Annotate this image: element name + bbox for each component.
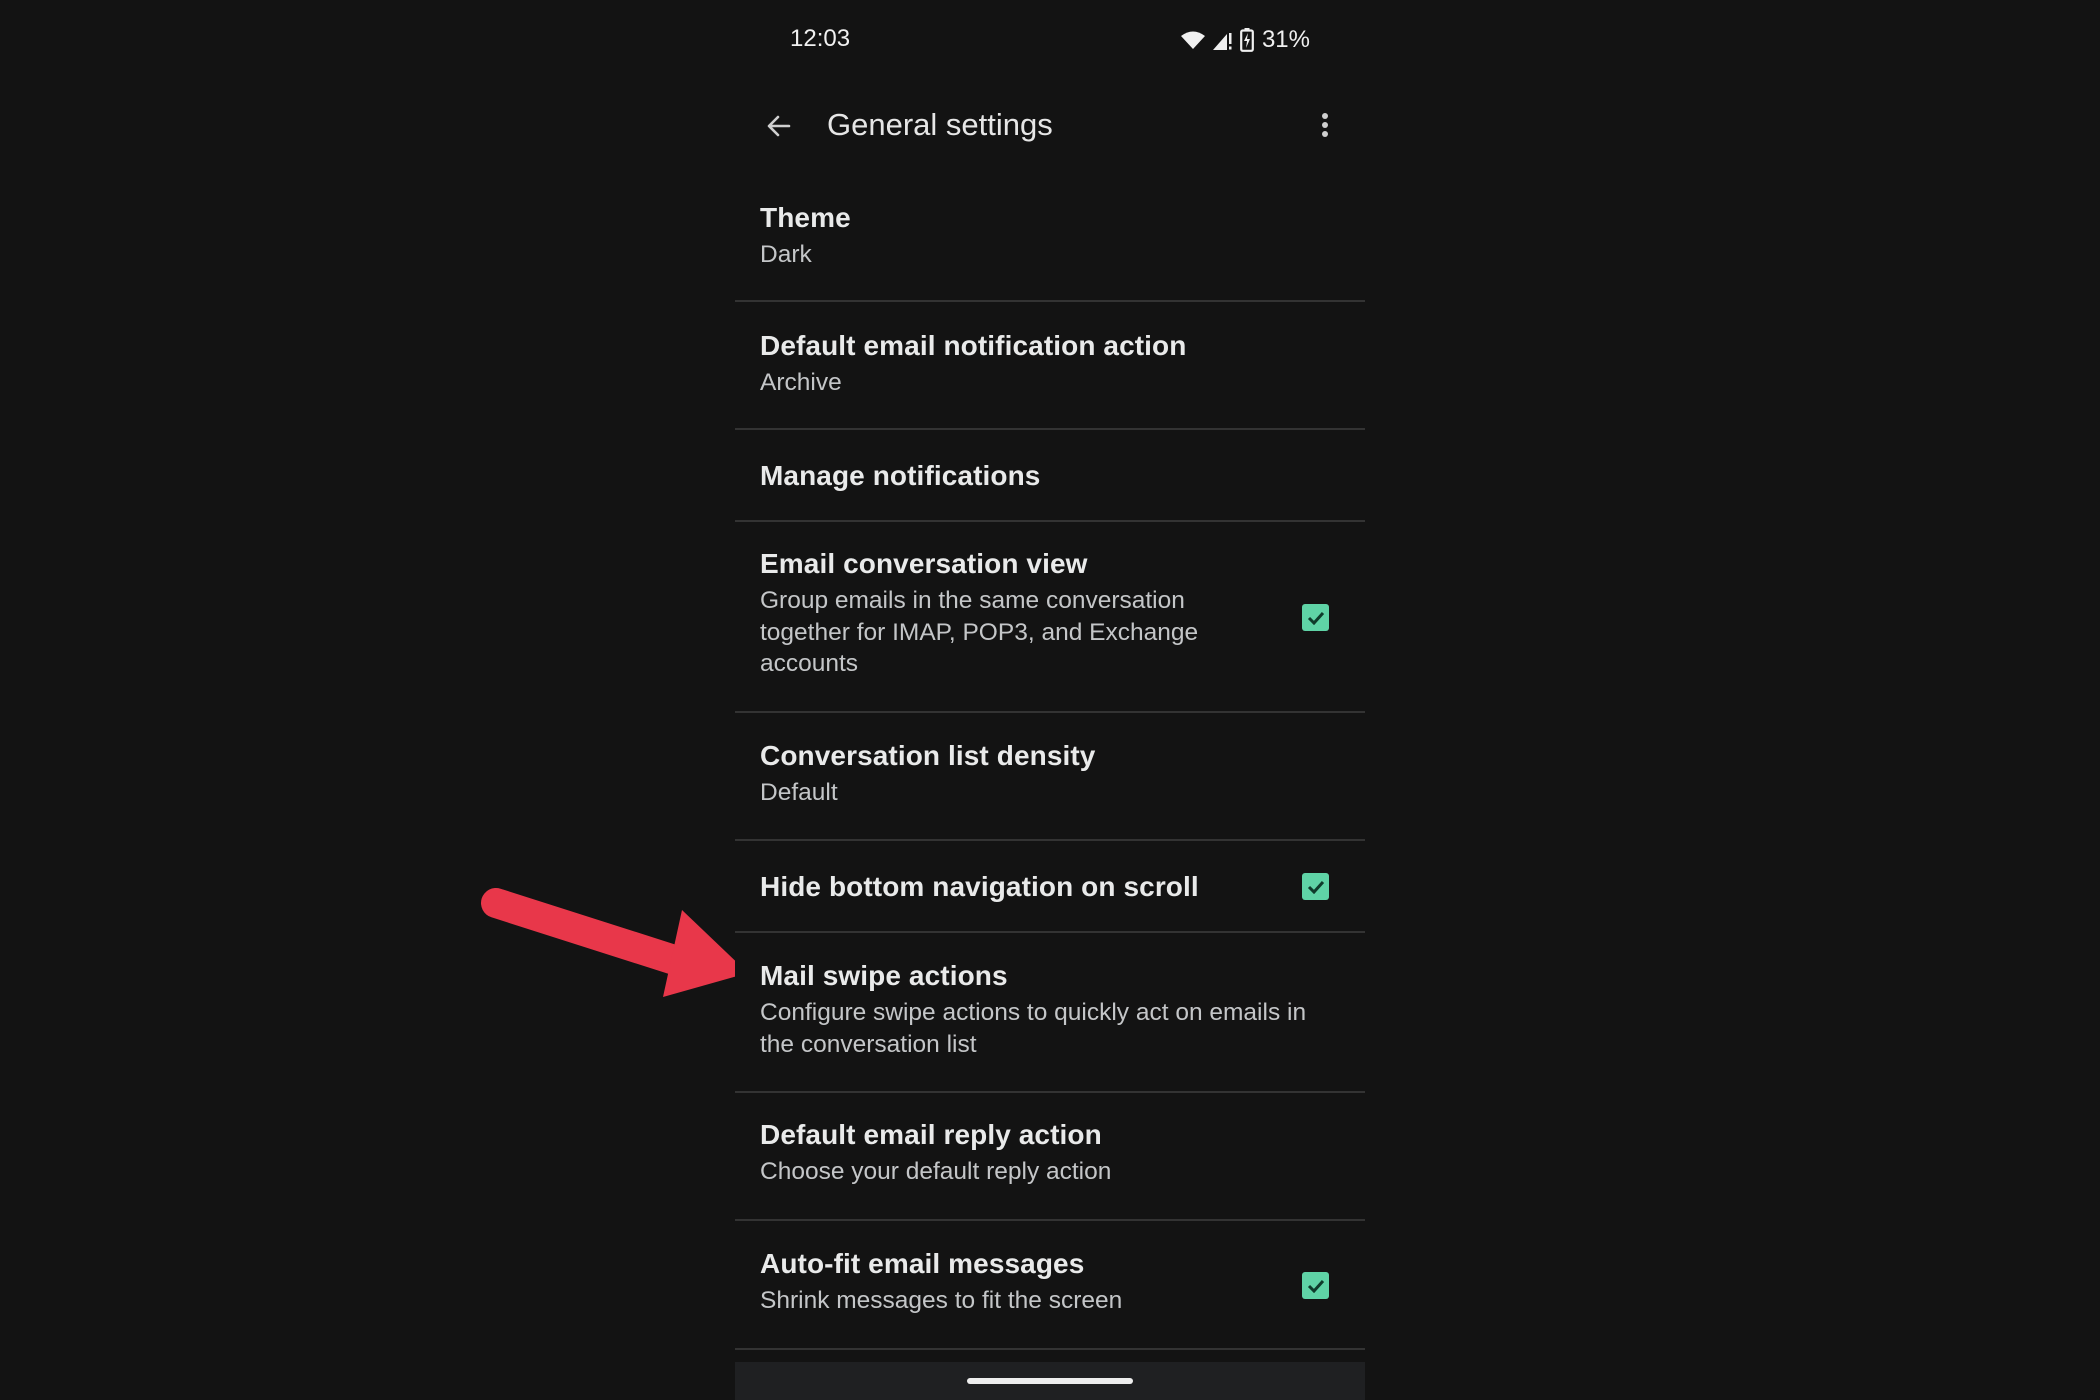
setting-subtitle: Default <box>760 779 838 806</box>
battery-percent: 31% <box>1261 26 1310 53</box>
setting-subtitle: Archive <box>760 369 842 396</box>
auto-fit-messages-checkbox[interactable] <box>1302 1272 1329 1299</box>
setting-default-reply-action[interactable]: Default email reply action Choose your d… <box>735 1093 1365 1221</box>
setting-title: Manage notifications <box>760 460 1041 491</box>
setting-title: Hide bottom navigation on scroll <box>760 871 1199 902</box>
check-icon <box>1307 1279 1324 1293</box>
setting-manage-notifications[interactable]: Manage notifications <box>735 430 1365 522</box>
setting-mail-swipe-actions[interactable]: Mail swipe actions Configure swipe actio… <box>735 933 1365 1093</box>
wifi-icon <box>1180 31 1205 49</box>
setting-title: Default email notification action <box>760 330 1187 361</box>
app-bar: General settings <box>735 95 1365 155</box>
setting-subtitle: Group emails in the same conversation to… <box>760 587 1199 677</box>
hide-bottom-navigation-checkbox[interactable] <box>1302 873 1329 900</box>
annotation-arrow <box>481 888 748 997</box>
cell-signal-icon <box>1212 33 1232 50</box>
phone-screen: 12:03 31% General settings Theme Dark De… <box>735 0 1365 1400</box>
more-vert-icon[interactable] <box>1309 109 1341 141</box>
setting-subtitle: Shrink messages to fit the screen <box>760 1287 1123 1314</box>
setting-title: Email conversation view <box>760 548 1088 579</box>
setting-title: Mail swipe actions <box>760 960 1008 991</box>
home-handle[interactable] <box>967 1378 1133 1384</box>
status-time: 12:03 <box>790 25 851 52</box>
setting-default-notification-action[interactable]: Default email notification action Archiv… <box>735 302 1365 430</box>
check-icon <box>1307 611 1324 625</box>
setting-subtitle: Choose your default reply action <box>760 1158 1112 1185</box>
setting-title: Conversation list density <box>760 740 1096 771</box>
arrow-back-icon[interactable] <box>763 110 795 142</box>
setting-title: Auto-fit email messages <box>760 1248 1085 1279</box>
setting-subtitle: Dark <box>760 241 812 268</box>
setting-title: Theme <box>760 202 851 233</box>
battery-charging-icon <box>1240 28 1254 52</box>
setting-title: Default email reply action <box>760 1119 1102 1150</box>
status-icons: 31% <box>1180 26 1310 54</box>
gesture-navigation-bar <box>735 1362 1365 1400</box>
check-icon <box>1307 880 1324 894</box>
setting-hide-bottom-navigation[interactable]: Hide bottom navigation on scroll <box>735 841 1365 933</box>
email-conversation-view-checkbox[interactable] <box>1302 604 1329 631</box>
setting-email-conversation-view[interactable]: Email conversation view Group emails in … <box>735 522 1365 713</box>
setting-subtitle: Configure swipe actions to quickly act o… <box>760 999 1307 1058</box>
setting-conversation-list-density[interactable]: Conversation list density Default <box>735 713 1365 841</box>
setting-auto-fit-messages[interactable]: Auto-fit email messages Shrink messages … <box>735 1221 1365 1350</box>
page-title: General settings <box>827 107 1053 142</box>
settings-list: Theme Dark Default email notification ac… <box>735 176 1365 1350</box>
setting-theme[interactable]: Theme Dark <box>735 176 1365 302</box>
